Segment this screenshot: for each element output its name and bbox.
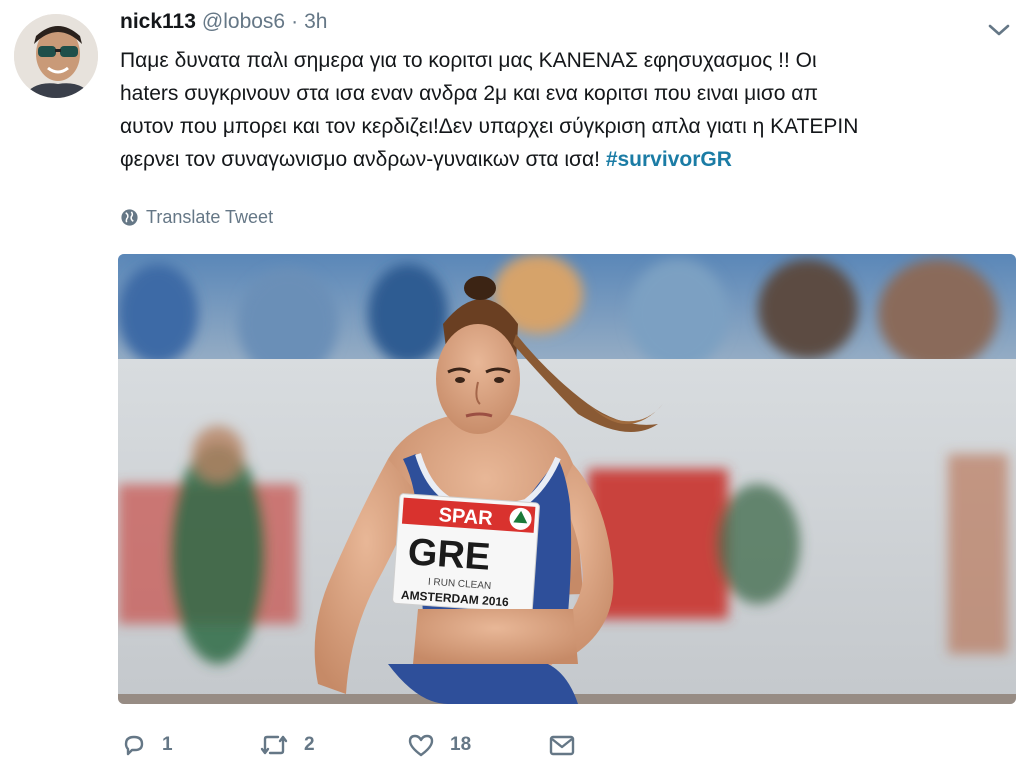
reply-button[interactable]: 1 bbox=[120, 728, 173, 762]
retweet-icon bbox=[260, 735, 288, 755]
avatar-image bbox=[14, 14, 98, 98]
envelope-icon bbox=[549, 735, 575, 756]
like-button[interactable]: 18 bbox=[406, 728, 471, 762]
reply-icon bbox=[124, 735, 144, 756]
translate-label: Translate Tweet bbox=[146, 206, 274, 227]
heart-icon bbox=[408, 734, 434, 757]
avatar[interactable] bbox=[14, 14, 98, 98]
tweet-photo[interactable]: SPAR GRE I RUN CLEAN AMSTERDAM 2016 bbox=[118, 254, 1016, 704]
hashtag-link[interactable]: #survivorGR bbox=[606, 148, 732, 171]
bib-country: GRE bbox=[406, 531, 491, 579]
tweet-timestamp[interactable]: 3h bbox=[304, 10, 327, 34]
author-handle[interactable]: @lobos6 bbox=[202, 10, 285, 34]
tweet-text-line: haters συγκρινουν στα ισα εναν ανδρα 2μ … bbox=[120, 82, 818, 105]
tweet-text-line-content: φερνει τον συναγωνισμο ανδρων-γυναικων σ… bbox=[120, 148, 606, 171]
tweet-header: nick113 @lobos6 · 3h bbox=[120, 10, 327, 40]
author-name[interactable]: nick113 bbox=[120, 10, 196, 34]
direct-message-button[interactable] bbox=[548, 728, 576, 762]
retweet-button[interactable]: 2 bbox=[258, 728, 315, 762]
globe-icon bbox=[121, 208, 138, 226]
bib-sponsor: SPAR bbox=[438, 504, 494, 530]
tweet-text: Παμε δυνατα παλι σημερα για το κοριτσι μ… bbox=[120, 44, 1000, 176]
chevron-down-icon[interactable] bbox=[986, 20, 1012, 40]
like-count: 18 bbox=[450, 734, 472, 755]
translate-tweet-link[interactable]: Translate Tweet bbox=[120, 205, 273, 229]
reply-count: 1 bbox=[162, 734, 173, 755]
athlete-photo: SPAR GRE I RUN CLEAN AMSTERDAM 2016 bbox=[118, 254, 1016, 704]
tweet-text-line: Παμε δυνατα παλι σημερα για το κοριτσι μ… bbox=[120, 49, 817, 72]
tweet-text-line: αυτον που μπορει και τον κερδιζει!Δεν υπ… bbox=[120, 115, 859, 138]
header-separator: · bbox=[291, 10, 299, 33]
retweet-count: 2 bbox=[304, 734, 315, 755]
tweet-text-line: φερνει τον συναγωνισμο ανδρων-γυναικων σ… bbox=[120, 143, 1000, 176]
